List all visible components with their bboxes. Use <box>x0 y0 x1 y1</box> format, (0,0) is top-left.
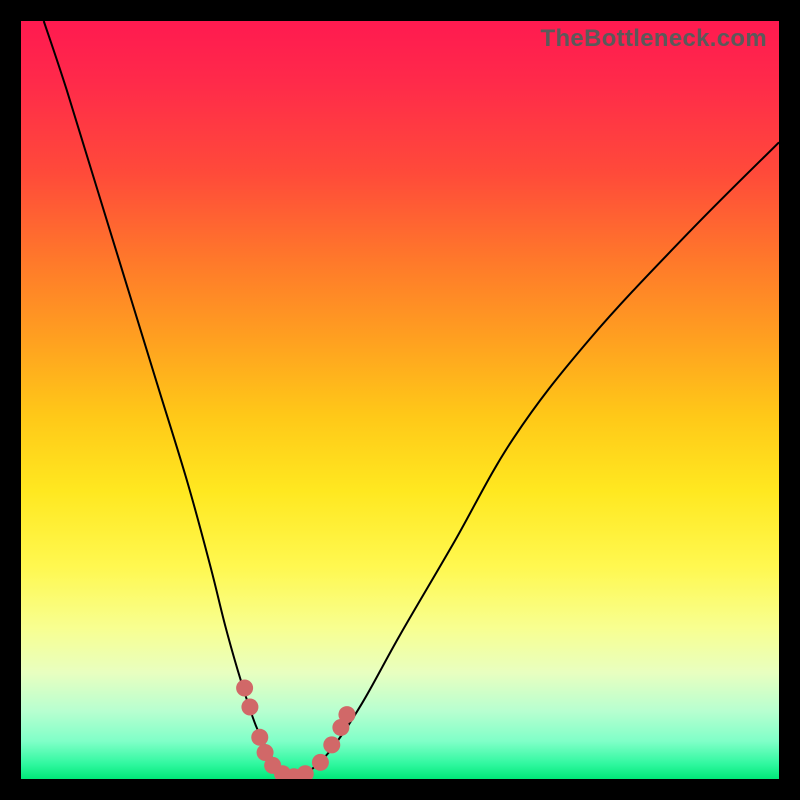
bottom-dots <box>236 680 355 779</box>
chart-frame: TheBottleneck.com <box>0 0 800 800</box>
watermark-text: TheBottleneck.com <box>541 25 767 53</box>
right-curve <box>294 142 779 779</box>
dot <box>236 680 253 697</box>
chart-svg <box>21 21 779 779</box>
left-curve <box>44 21 294 779</box>
dot <box>338 706 355 723</box>
dot <box>323 736 340 753</box>
dot <box>312 754 329 771</box>
dot <box>251 729 268 746</box>
plot-area: TheBottleneck.com <box>21 21 779 779</box>
dot <box>297 765 314 779</box>
dot <box>241 698 258 715</box>
